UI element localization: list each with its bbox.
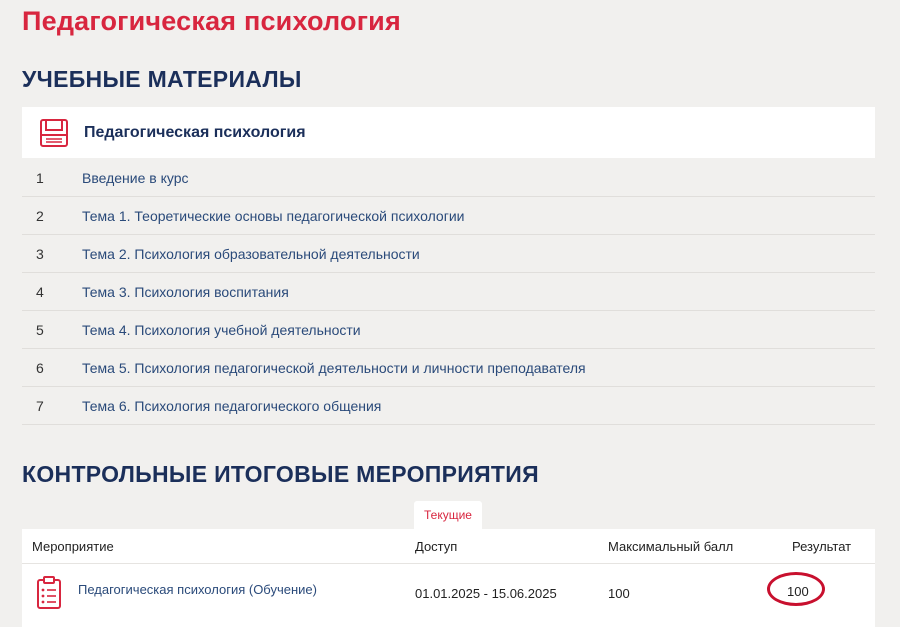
table-header: Мероприятие Доступ Максимальный балл Рез… bbox=[22, 529, 875, 564]
list-item: 1 Введение в курс bbox=[22, 159, 875, 197]
clipboard-icon bbox=[37, 576, 61, 609]
column-header-result: Результат bbox=[792, 538, 852, 554]
item-number: 4 bbox=[36, 283, 44, 300]
item-number: 7 bbox=[36, 397, 44, 414]
material-link[interactable]: Введение в курс bbox=[82, 170, 189, 186]
item-number: 6 bbox=[36, 359, 44, 376]
course-header[interactable]: Педагогическая психология bbox=[22, 107, 875, 158]
material-link[interactable]: Тема 2. Психология образовательной деяте… bbox=[82, 246, 420, 262]
list-item: 7 Тема 6. Психология педагогического общ… bbox=[22, 387, 875, 425]
material-link[interactable]: Тема 6. Психология педагогического общен… bbox=[82, 398, 381, 414]
list-item: 6 Тема 5. Психология педагогической деят… bbox=[22, 349, 875, 387]
column-header-max-score: Максимальный балл bbox=[608, 538, 734, 554]
materials-section-title: УЧЕБНЫЕ МАТЕРИАЛЫ bbox=[22, 66, 302, 92]
course-title: Педагогическая психология bbox=[84, 123, 306, 141]
item-number: 2 bbox=[36, 207, 44, 224]
list-item: 2 Тема 1. Теоретические основы педагогич… bbox=[22, 197, 875, 235]
materials-list: 1 Введение в курс 2 Тема 1. Теоретически… bbox=[22, 159, 875, 425]
column-header-access: Доступ bbox=[415, 538, 458, 554]
list-item: 4 Тема 3. Психология воспитания bbox=[22, 273, 875, 311]
page-title: Педагогическая психология bbox=[22, 6, 401, 36]
material-link[interactable]: Тема 5. Психология педагогической деятел… bbox=[82, 360, 586, 376]
item-number: 1 bbox=[36, 169, 44, 186]
list-item: 5 Тема 4. Психология учебной деятельност… bbox=[22, 311, 875, 349]
access-dates: 01.01.2025 - 15.06.2025 bbox=[415, 586, 557, 601]
events-section-title: КОНТРОЛЬНЫЕ ИТОГОВЫЕ МЕРОПРИЯТИЯ bbox=[22, 461, 539, 487]
result-value: 100 bbox=[787, 584, 809, 599]
list-item: 3 Тема 2. Психология образовательной дея… bbox=[22, 235, 875, 273]
item-number: 5 bbox=[36, 321, 44, 338]
table-row: Педагогическая психология (Обучение) 01.… bbox=[22, 564, 875, 627]
column-header-event: Мероприятие bbox=[32, 538, 114, 554]
max-score-value: 100 bbox=[608, 586, 630, 601]
book-icon bbox=[40, 118, 68, 147]
material-link[interactable]: Тема 1. Теоретические основы педагогичес… bbox=[82, 208, 464, 224]
material-link[interactable]: Тема 4. Психология учебной деятельности bbox=[82, 322, 361, 338]
item-number: 3 bbox=[36, 245, 44, 262]
material-link[interactable]: Тема 3. Психология воспитания bbox=[82, 284, 289, 300]
event-link[interactable]: Педагогическая психология (Обучение) bbox=[78, 582, 317, 597]
tab-current[interactable]: Текущие bbox=[414, 501, 482, 529]
